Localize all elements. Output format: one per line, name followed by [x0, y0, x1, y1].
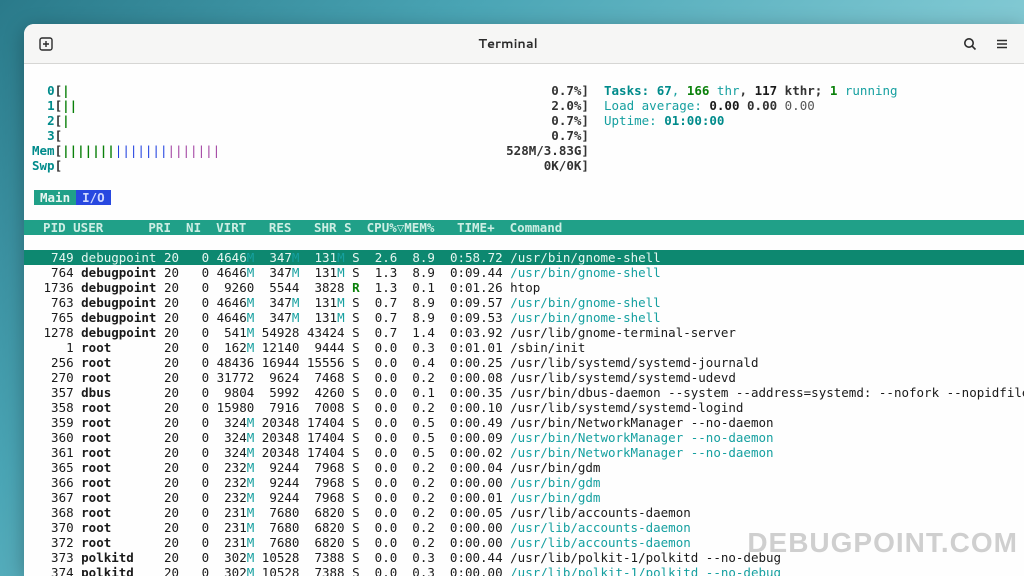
watermark: DEBUGPOINT.COM	[747, 535, 1018, 550]
process-row[interactable]: 365 root 20 0 232M 9244 7968 S 0.0 0.2 0…	[32, 460, 1018, 475]
htop-tabs: MainI/O	[32, 190, 1018, 205]
process-row[interactable]: 357 dbus 20 0 9804 5992 4260 S 0.0 0.1 0…	[32, 385, 1018, 400]
process-row[interactable]: 256 root 20 0 48436 16944 15556 S 0.0 0.…	[32, 355, 1018, 370]
process-header[interactable]: PID USER PRI NI VIRT RES SHR S CPU%▽MEM%…	[24, 220, 1024, 235]
process-row[interactable]: 374 polkitd 20 0 302M 10528 7388 S 0.0 0…	[32, 565, 1018, 576]
process-row[interactable]: 1736 debugpoint 20 0 9260 5544 3828 R 1.…	[32, 280, 1018, 295]
process-row[interactable]: 358 root 20 0 15980 7916 7008 S 0.0 0.2 …	[32, 400, 1018, 415]
terminal-window: Terminal 0[| 0.7%] Tasks: 67, 166 thr, 1…	[24, 24, 1024, 576]
process-row[interactable]: 749 debugpoint 20 0 4646M 347M 131M S 2.…	[24, 250, 1024, 265]
process-row[interactable]: 367 root 20 0 232M 9244 7968 S 0.0 0.2 0…	[32, 490, 1018, 505]
process-row[interactable]: 763 debugpoint 20 0 4646M 347M 131M S 0.…	[32, 295, 1018, 310]
process-row[interactable]: 360 root 20 0 324M 20348 17404 S 0.0 0.5…	[32, 430, 1018, 445]
tab-io[interactable]: I/O	[76, 190, 111, 205]
process-row[interactable]: 270 root 20 0 31772 9624 7468 S 0.0 0.2 …	[32, 370, 1018, 385]
process-row[interactable]: 765 debugpoint 20 0 4646M 347M 131M S 0.…	[32, 310, 1018, 325]
window-title: Terminal	[62, 35, 954, 53]
tab-main[interactable]: Main	[34, 190, 76, 205]
process-row[interactable]: 1 root 20 0 162M 12140 9444 S 0.0 0.3 0:…	[32, 340, 1018, 355]
process-row[interactable]: 368 root 20 0 231M 7680 6820 S 0.0 0.2 0…	[32, 505, 1018, 520]
process-row[interactable]: 366 root 20 0 232M 9244 7968 S 0.0 0.2 0…	[32, 475, 1018, 490]
htop-meters: 0[| 0.7%] Tasks: 67, 166 thr, 117 kthr; …	[32, 83, 1018, 173]
process-row[interactable]: 1278 debugpoint 20 0 541M 54928 43424 S …	[32, 325, 1018, 340]
process-row[interactable]: 764 debugpoint 20 0 4646M 347M 131M S 1.…	[32, 265, 1018, 280]
menu-button[interactable]	[988, 30, 1016, 58]
process-row[interactable]: 361 root 20 0 324M 20348 17404 S 0.0 0.5…	[32, 445, 1018, 460]
search-button[interactable]	[956, 30, 984, 58]
process-row[interactable]: 359 root 20 0 324M 20348 17404 S 0.0 0.5…	[32, 415, 1018, 430]
new-tab-button[interactable]	[32, 30, 60, 58]
terminal-content[interactable]: 0[| 0.7%] Tasks: 67, 166 thr, 117 kthr; …	[24, 64, 1024, 576]
titlebar: Terminal	[24, 24, 1024, 64]
